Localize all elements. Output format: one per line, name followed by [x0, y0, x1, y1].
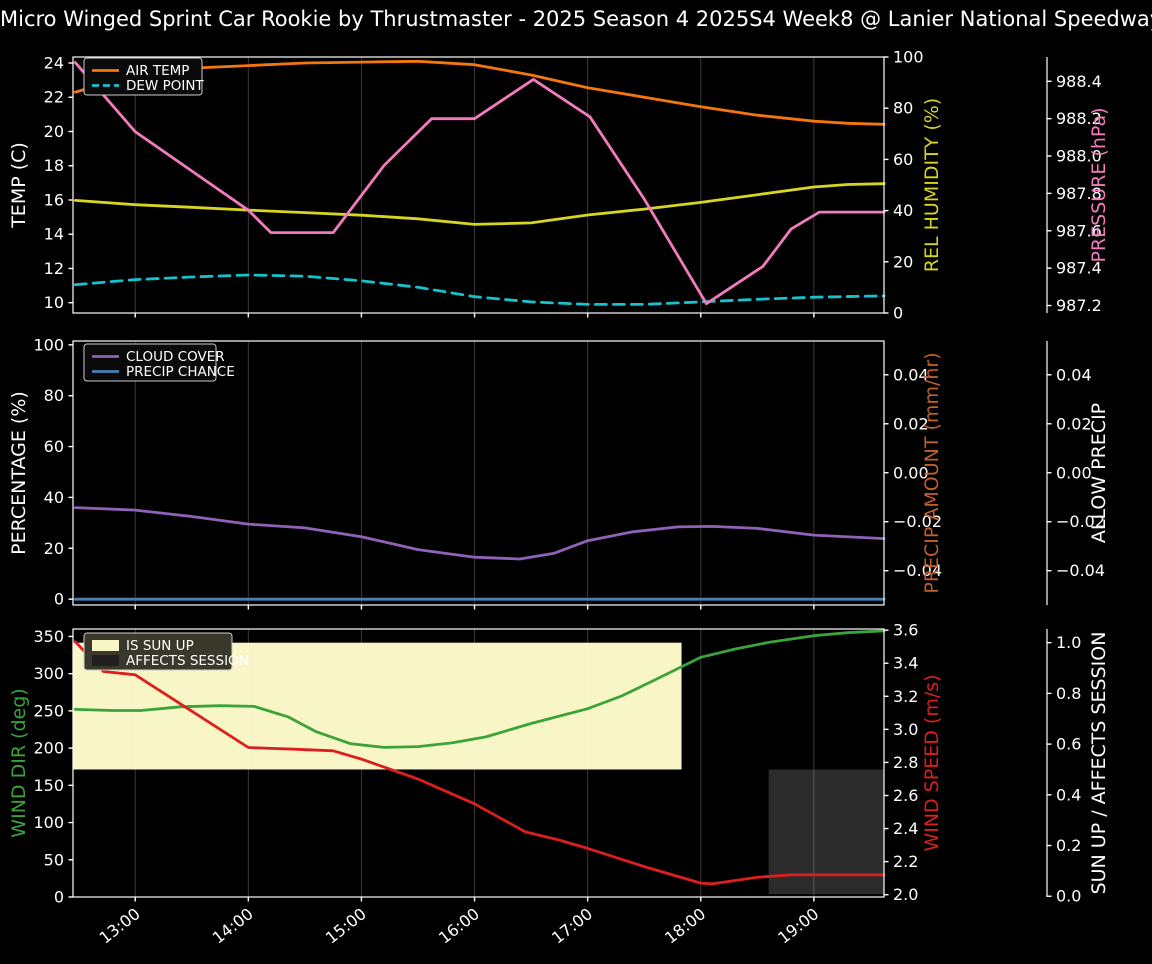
tick-label: 0.8: [1056, 684, 1081, 703]
tick-label: 0.6: [1056, 735, 1081, 754]
axis-label-speed: WIND SPEED (m/s): [921, 674, 943, 851]
tick-label: 20: [893, 252, 913, 271]
tick-label: 2.8: [893, 753, 918, 772]
tick-label: 40: [44, 488, 64, 507]
legend-item-label: PRECIP CHANCE: [126, 364, 235, 380]
tick-label: 10: [44, 293, 64, 312]
x-tick-label: 14:00: [209, 904, 257, 947]
subplot-wind: 050100150200250300350WIND DIR (deg)2.02.…: [8, 621, 1110, 948]
axis-label-dir: WIND DIR (deg): [8, 688, 30, 837]
series-pressure: [73, 61, 886, 306]
tick-label: 0.2: [1056, 836, 1081, 855]
legend: IS SUN UPAFFECTS SESSION: [83, 632, 249, 671]
tick-label: 14: [44, 225, 64, 244]
axis-label-pct: PERCENTAGE (%): [8, 391, 30, 555]
tick-label: 0: [893, 304, 903, 323]
tick-label: 1.0: [1056, 633, 1081, 652]
tick-label: 24: [44, 53, 64, 72]
tick-label: 100: [893, 48, 924, 67]
tick-label: 60: [44, 437, 64, 456]
tick-label: 2.4: [893, 819, 918, 838]
legend-swatch-is-sun-up: [92, 640, 119, 651]
tick-label: 80: [44, 386, 64, 405]
x-tick-label: 18:00: [661, 904, 709, 947]
x-tick-label: 16:00: [435, 904, 483, 947]
weather-forecast-figure: Micro Winged Sprint Car Rookie by Thrust…: [0, 0, 1152, 960]
tick-label: 2.2: [893, 852, 918, 871]
legend-item-label: AFFECTS SESSION: [126, 653, 249, 669]
chart-title: Micro Winged Sprint Car Rookie by Thrust…: [0, 7, 1152, 31]
tick-label: 50: [44, 850, 64, 869]
legend: CLOUD COVERPRECIP CHANCE: [83, 343, 235, 382]
tick-label: 12: [44, 259, 64, 278]
legend-item-label: IS SUN UP: [126, 638, 194, 654]
tick-label: 80: [893, 99, 913, 118]
tick-label: 16: [44, 190, 64, 209]
tick-label: 0: [54, 590, 64, 609]
axis-label-press: PRESSURE (hPa): [1088, 107, 1110, 262]
subplot-temperature: 10 12 14 16 18 20 22 24 TEMP (C) 0 20 40 60 80 100 REL …: [8, 48, 1110, 323]
tick-label: 0: [54, 888, 64, 907]
legend: AIR TEMPDEW POINT: [83, 57, 204, 96]
tick-label: 0.04: [1056, 365, 1092, 384]
tick-label: 3.0: [893, 720, 918, 739]
tick-label: 0.0: [1056, 887, 1081, 906]
x-tick-label: 13:00: [96, 904, 144, 947]
axis-label-pamt: PRECIP AMOUNT (mm/hr): [921, 352, 943, 593]
forecast-chart: 10 12 14 16 18 20 22 24 TEMP (C) 0 20 40 60 80 100 REL …: [8, 48, 1110, 948]
legend-swatch-affects-session: [92, 655, 119, 666]
x-tick-label: 15:00: [322, 904, 370, 947]
tick-label: 0.02: [1056, 414, 1092, 433]
axis-label-sun: SUN UP / AFFECTS SESSION: [1088, 632, 1110, 895]
legend-item-label: AIR TEMP: [126, 63, 189, 79]
x-tick-label: 19:00: [774, 904, 822, 947]
tick-label: 3.6: [893, 621, 918, 640]
tick-label: 18: [44, 156, 64, 175]
tick-label: 3.4: [893, 654, 918, 673]
tick-label: 3.2: [893, 687, 918, 706]
tick-label: 100: [33, 335, 64, 354]
axis-label-hum: REL HUMIDITY (%): [921, 98, 943, 272]
tick-label: 150: [33, 776, 64, 795]
series-cloud-cover: [73, 506, 886, 561]
tick-label: 987.2: [1056, 296, 1102, 315]
axis-pamt: −0.04−0.020.000.020.04PRECIP AMOUNT (mm/…: [884, 352, 943, 594]
tick-label: 2.0: [893, 885, 918, 904]
axis-label-temp: TEMP (C): [8, 142, 30, 229]
tick-label: 20: [44, 122, 64, 141]
tick-label: 2.6: [893, 786, 918, 805]
tick-label: 200: [33, 739, 64, 758]
axis-pct: 0 20 40 60 80 100 PERCENTAGE (%): [8, 335, 73, 609]
tick-label: 40: [893, 201, 913, 220]
axis-dir: 0 50 100 150 200 250 300 350 WIND DIR (deg): [8, 627, 73, 907]
tick-label: −0.04: [1056, 561, 1105, 580]
axis-temp: 10 12 14 16 18 20 22 24 TEMP (C): [8, 53, 73, 312]
tick-label: 250: [33, 701, 64, 720]
tick-label: 300: [33, 664, 64, 683]
legend-item-label: DEW POINT: [126, 78, 204, 94]
axis-aprecip: −0.04−0.020.000.020.04ALLOW PRECIP: [1046, 341, 1110, 605]
x-tick-label: 17:00: [548, 904, 596, 947]
tick-label: 0.4: [1056, 785, 1081, 804]
tick-label: 350: [33, 627, 64, 646]
legend-item-label: CLOUD COVER: [126, 349, 225, 365]
tick-label: 60: [893, 150, 913, 169]
series-dew-point: [73, 273, 886, 306]
tick-label: 988.4: [1056, 72, 1102, 91]
axis-sun: 0.0 0.2 0.4 0.6 0.8 1.0 SUN UP / AFFECTS SESSI…: [1046, 629, 1110, 906]
tick-label: 100: [33, 813, 64, 832]
axis-hum: 0 20 40 60 80 100 REL HUMIDITY (%): [884, 48, 943, 323]
tick-label: 22: [44, 88, 64, 107]
series-rel-humidity: [73, 182, 886, 226]
tick-label: 20: [44, 539, 64, 558]
axis-press: 987.2987.4987.6987.8988.0988.2988.4PRESS…: [1046, 57, 1110, 315]
subplot-precipitation: 0 20 40 60 80 100 PERCENTAGE (%) −0.04−0.020.00…: [8, 335, 1110, 610]
axis-label-aprecip: ALLOW PRECIP: [1088, 403, 1110, 543]
axis-speed: 2.0 2.2 2.4 2.6 2.8 3.0 3.2 3.4 3.6 WIND SPEED (m…: [884, 621, 943, 904]
tick-label: 0.00: [1056, 463, 1092, 482]
